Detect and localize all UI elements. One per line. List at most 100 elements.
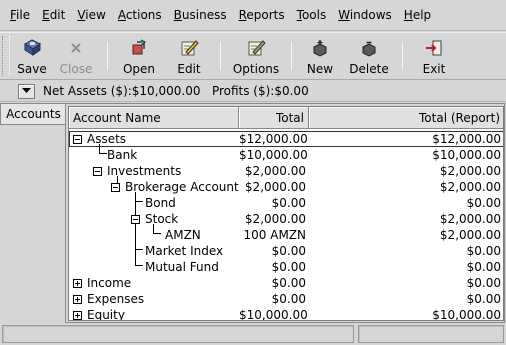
tree-row-bond[interactable]: Bond $0.00 $0.00 [69, 195, 503, 211]
menu-help[interactable]: Help [398, 5, 437, 25]
status-progress [358, 325, 504, 343]
account-name: Market Index [145, 244, 224, 258]
account-total-report: $0.00 [466, 260, 501, 274]
expand-icon[interactable] [73, 311, 82, 320]
menu-edit-label: dit [49, 8, 66, 22]
collapse-icon[interactable] [131, 215, 140, 224]
new-button[interactable]: New [298, 33, 342, 79]
menu-business[interactable]: Business [168, 5, 233, 25]
account-name: AMZN [165, 228, 201, 242]
account-total-report: $10,000.00 [432, 148, 501, 162]
tab-accounts-label: Accounts [6, 107, 61, 121]
tree-row-assets[interactable]: Assets $12,000.00 $12,000.00 [69, 131, 503, 147]
tree-row-market-index[interactable]: Market Index $0.00 $0.00 [69, 243, 503, 259]
account-total-report: $2,000.00 [439, 212, 501, 226]
account-name: Income [87, 276, 132, 290]
account-total-report: $0.00 [466, 196, 501, 210]
collapse-icon[interactable] [93, 167, 102, 176]
exit-button-label: Exit [422, 62, 446, 76]
account-name: Mutual Fund [145, 260, 219, 274]
edit-button-label: Edit [177, 62, 201, 76]
toolbar-separator [402, 42, 403, 70]
column-header-account-name-label: Account Name [73, 110, 161, 125]
toolbar: Save Close Open Edit Options New Delete … [0, 32, 506, 80]
column-header-total-label: Total [275, 110, 304, 125]
menu-edit-mnemonic: E [42, 8, 50, 22]
menu-reports[interactable]: Reports [233, 5, 291, 25]
open-account-icon [127, 37, 151, 59]
toolbar-separator [291, 42, 292, 70]
menu-reports-label: eports [246, 8, 285, 22]
menu-tools[interactable]: Tools [291, 5, 333, 25]
tree-row-income[interactable]: Income $0.00 $0.00 [69, 275, 503, 291]
tree-row-mutual-fund[interactable]: Mutual Fund $0.00 $0.00 [69, 259, 503, 275]
triangle-down-icon [22, 88, 31, 93]
save-button[interactable]: Save [13, 33, 51, 79]
open-button-label: Open [122, 62, 156, 76]
account-total: 100 AMZN [243, 228, 306, 242]
close-button[interactable]: Close [51, 33, 101, 79]
menu-tools-label: ools [301, 8, 327, 22]
tree-row-investments[interactable]: Investments $2,000.00 $2,000.00 [69, 163, 503, 179]
close-button-label: Close [59, 62, 93, 76]
collapse-icon[interactable] [111, 183, 120, 192]
menu-file-label: ile [16, 8, 31, 22]
menu-business-mnemonic: B [173, 8, 182, 22]
status-bar [0, 323, 506, 345]
account-total: $0.00 [271, 276, 306, 290]
menu-view[interactable]: View [71, 5, 111, 25]
column-header-total[interactable]: Total [239, 107, 309, 129]
tree-row-stock[interactable]: Stock $2,000.00 $2,000.00 [69, 211, 503, 227]
tree-row-brokerage-account[interactable]: Brokerage Account $2,000.00 $2,000.00 [69, 179, 503, 195]
tree-row-expenses[interactable]: Expenses $0.00 $0.00 [69, 291, 503, 307]
status-message [2, 325, 354, 343]
account-total: $0.00 [271, 244, 306, 258]
account-total: $0.00 [271, 196, 306, 210]
delete-account-icon [357, 37, 381, 59]
summary-dropdown-button[interactable] [18, 83, 35, 99]
tree-row-bank[interactable]: Bank $10,000.00 $10,000.00 [69, 147, 503, 163]
menu-windows-label: indows [349, 8, 392, 22]
tree-row-equity[interactable]: Equity $10,000.00 $10,000.00 [69, 307, 503, 321]
account-tree[interactable]: Account Name Total Total (Report) Assets… [68, 106, 504, 321]
delete-button-label: Delete [349, 62, 389, 76]
floppy-disk-icon [20, 37, 44, 59]
column-header-account-name[interactable]: Account Name [69, 107, 239, 129]
menu-actions[interactable]: Actions [112, 5, 168, 25]
collapse-icon[interactable] [73, 135, 82, 144]
toolbar-separator [220, 42, 221, 70]
expand-icon[interactable] [73, 279, 82, 288]
tab-accounts[interactable]: Accounts [0, 103, 66, 125]
account-total-report: $12,000.00 [432, 132, 501, 146]
delete-button[interactable]: Delete [342, 33, 396, 79]
summary-text: Net Assets ($):$10,000.00 Profits ($):$0… [43, 84, 309, 98]
account-total-report: $10,000.00 [432, 308, 501, 321]
tree-row-amzn[interactable]: AMZN 100 AMZN $2,000.00 [69, 227, 503, 243]
menu-file[interactable]: File [4, 5, 36, 25]
toolbar-grip[interactable] [2, 36, 10, 76]
account-name: Assets [87, 132, 127, 146]
account-total: $2,000.00 [244, 212, 306, 226]
tree-header: Account Name Total Total (Report) [69, 107, 503, 129]
column-header-total-report[interactable]: Total (Report) [309, 107, 503, 129]
options-button[interactable]: Options [227, 33, 285, 79]
new-account-icon [308, 37, 332, 59]
menu-actions-mnemonic: A [117, 8, 126, 22]
menu-business-label: usiness [181, 8, 227, 22]
account-total: $10,000.00 [239, 148, 308, 162]
menu-windows[interactable]: Windows [332, 5, 398, 25]
exit-button[interactable]: Exit [409, 33, 459, 79]
open-button[interactable]: Open [114, 33, 164, 79]
edit-button[interactable]: Edit [164, 33, 214, 79]
menu-help-label: elp [412, 8, 432, 22]
account-name: Equity [87, 308, 125, 321]
account-total: $10,000.00 [239, 308, 308, 321]
account-name: Brokerage Account [125, 180, 239, 194]
close-icon [64, 37, 88, 59]
menu-edit[interactable]: Edit [36, 5, 71, 25]
options-icon [244, 37, 268, 59]
expand-icon[interactable] [73, 295, 82, 304]
account-total-report: $2,000.00 [439, 180, 501, 194]
account-name: Stock [145, 212, 179, 226]
new-button-label: New [306, 62, 334, 76]
